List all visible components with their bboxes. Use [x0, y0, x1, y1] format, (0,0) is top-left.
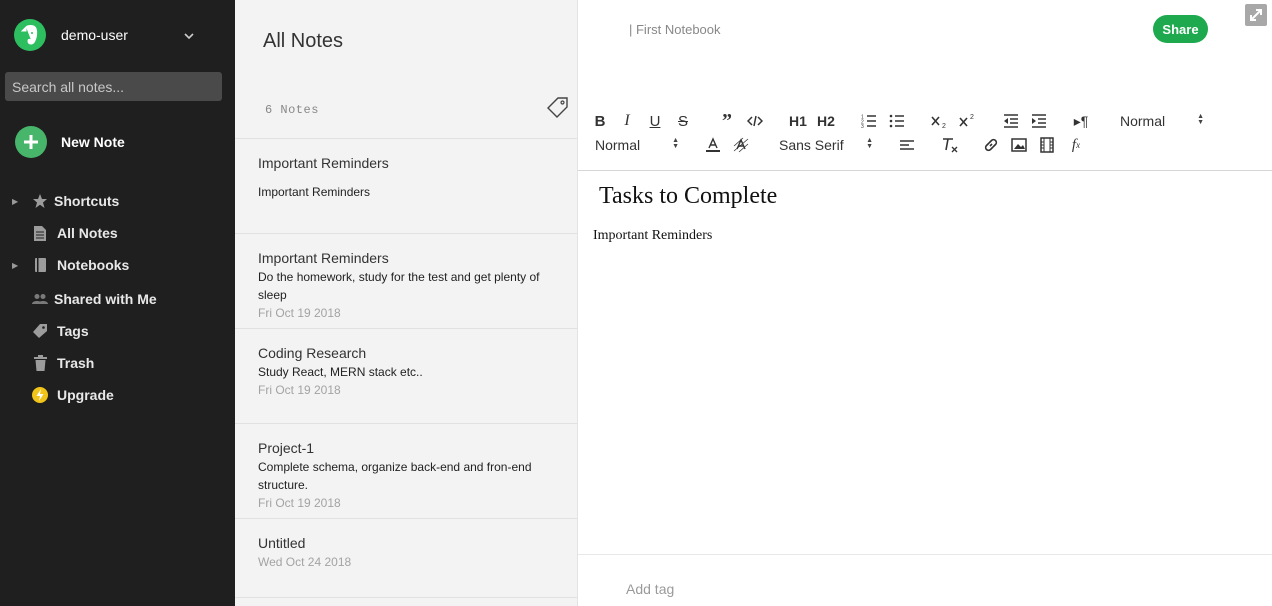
text-color-icon[interactable] — [704, 134, 722, 156]
add-tag-input[interactable] — [626, 581, 826, 597]
expand-arrow-icon[interactable]: ▶ — [12, 197, 18, 206]
sidebar-item-label: Upgrade — [57, 387, 114, 403]
note-list-panel: All Notes 6 Notes Important Reminders Im… — [235, 0, 578, 606]
sidebar-item-label: Tags — [57, 323, 89, 339]
user-menu[interactable]: demo-user — [14, 19, 224, 51]
note-snippet: Complete schema, organize back-end and f… — [258, 460, 532, 492]
text-direction-icon[interactable]: ▸¶ — [1072, 110, 1090, 132]
superscript-icon[interactable]: 2 — [958, 110, 978, 132]
link-icon[interactable] — [982, 134, 1000, 156]
sidebar-item-upgrade[interactable]: Upgrade — [0, 382, 235, 408]
tag-icon — [31, 322, 49, 340]
size-select[interactable]: Normal ▲ ▼ — [595, 134, 679, 156]
note-count: 6 Notes — [265, 103, 319, 117]
note-body[interactable]: Important Reminders — [593, 228, 712, 244]
background-color-icon[interactable] — [732, 134, 750, 156]
font-select-value: Sans Serif — [779, 137, 844, 153]
sidebar-item-trash[interactable]: Trash — [0, 350, 235, 376]
note-list-item[interactable]: Important Reminders Do the homework, stu… — [235, 233, 577, 328]
note-title: Important Reminders — [258, 250, 389, 266]
bold-icon[interactable]: B — [591, 110, 609, 132]
size-select-value: Normal — [595, 137, 641, 153]
blockquote-icon[interactable]: ” — [718, 110, 736, 132]
indent-icon[interactable] — [1030, 110, 1048, 132]
trash-icon — [31, 354, 49, 372]
note-title: Project-1 — [258, 440, 315, 456]
ordered-list-icon[interactable]: 123 — [860, 110, 878, 132]
h1-icon[interactable]: H1 — [788, 110, 808, 132]
evernote-logo-icon — [14, 19, 46, 51]
formula-icon[interactable]: fx — [1066, 134, 1086, 156]
notebook-icon — [31, 256, 49, 274]
tag-filter-icon[interactable] — [547, 96, 569, 123]
svg-text:3: 3 — [861, 124, 864, 128]
toolbar-divider — [578, 170, 1272, 171]
notebook-selector[interactable]: | First Notebook — [629, 22, 721, 37]
note-snippet: Study React, MERN stack etc.. — [258, 365, 423, 379]
sidebar-item-notebooks[interactable]: ▶ Notebooks — [0, 252, 235, 278]
note-date: Fri Oct 19 2018 — [258, 496, 341, 510]
sidebar-item-label: Trash — [57, 355, 95, 371]
note-list-item[interactable]: Project-1 Complete schema, organize back… — [235, 423, 577, 518]
outdent-icon[interactable] — [1002, 110, 1020, 132]
note-list-item[interactable]: Untitled Wed Oct 24 2018 — [235, 518, 577, 598]
code-block-icon[interactable] — [746, 110, 764, 132]
note-title: Important Reminders — [258, 155, 389, 171]
star-icon — [31, 192, 49, 210]
note-editor: | First Notebook Share B I U S ” H1 H2 1… — [578, 0, 1272, 606]
h2-icon[interactable]: H2 — [816, 110, 836, 132]
sidebar-item-shared-with-me[interactable]: Shared with Me — [0, 286, 235, 312]
note-title: Untitled — [258, 535, 306, 551]
expand-icon[interactable] — [1245, 4, 1267, 26]
lightning-icon — [31, 386, 49, 404]
svg-text:2: 2 — [942, 123, 946, 129]
align-icon[interactable] — [898, 134, 916, 156]
select-arrows-icon: ▲ ▼ — [672, 137, 679, 150]
share-button[interactable]: Share — [1153, 15, 1208, 43]
people-icon — [31, 290, 49, 308]
header-select-value: Normal — [1120, 113, 1166, 129]
clear-format-icon[interactable] — [940, 134, 960, 156]
note-snippet: Do the homework, study for the test and … — [258, 270, 540, 302]
sidebar-item-all-notes[interactable]: All Notes — [0, 220, 235, 246]
sidebar-item-label: Shared with Me — [54, 291, 157, 307]
sidebar-item-label: All Notes — [57, 225, 118, 241]
italic-icon[interactable]: I — [619, 110, 635, 132]
plus-icon — [15, 126, 47, 158]
note-title-field[interactable]: Tasks to Complete — [599, 183, 777, 210]
subscript-icon[interactable]: 2 — [930, 110, 950, 132]
select-arrows-icon: ▲ ▼ — [866, 137, 873, 150]
bullet-list-icon[interactable] — [888, 110, 906, 132]
font-select[interactable]: Sans Serif ▲ ▼ — [779, 134, 873, 156]
footer-divider — [578, 554, 1272, 555]
header-select[interactable]: Normal ▲ ▼ — [1120, 110, 1204, 132]
new-note-button[interactable]: New Note — [15, 126, 125, 158]
note-date: Wed Oct 24 2018 — [258, 555, 352, 569]
note-list-item[interactable]: Coding Research Study React, MERN stack … — [235, 328, 577, 423]
search-input[interactable] — [5, 72, 222, 101]
note-date: Fri Oct 19 2018 — [258, 306, 341, 320]
sidebar-item-shortcuts[interactable]: ▶ Shortcuts — [0, 188, 235, 214]
note-list-item[interactable]: Important Reminders Important Reminders — [235, 138, 577, 233]
page-title: All Notes — [263, 30, 344, 52]
note-date: Fri Oct 19 2018 — [258, 383, 341, 397]
image-icon[interactable] — [1010, 134, 1028, 156]
expand-arrow-icon[interactable]: ▶ — [12, 261, 18, 270]
sidebar-item-tags[interactable]: Tags — [0, 318, 235, 344]
strikethrough-icon[interactable]: S — [675, 110, 691, 132]
user-name: demo-user — [61, 27, 128, 43]
sidebar-item-label: Notebooks — [57, 257, 130, 273]
note-snippet: Important Reminders — [258, 185, 371, 199]
video-icon[interactable] — [1038, 134, 1056, 156]
sidebar: demo-user New Note ▶ Shortcuts All Notes… — [0, 0, 235, 606]
notes-icon — [31, 224, 49, 242]
sidebar-item-label: Shortcuts — [54, 193, 120, 209]
underline-icon[interactable]: U — [647, 110, 663, 132]
note-title: Coding Research — [258, 345, 367, 361]
select-arrows-icon: ▲ ▼ — [1197, 113, 1204, 126]
new-note-label: New Note — [61, 134, 125, 150]
svg-text:2: 2 — [970, 114, 974, 121]
chevron-down-icon[interactable] — [184, 27, 194, 45]
